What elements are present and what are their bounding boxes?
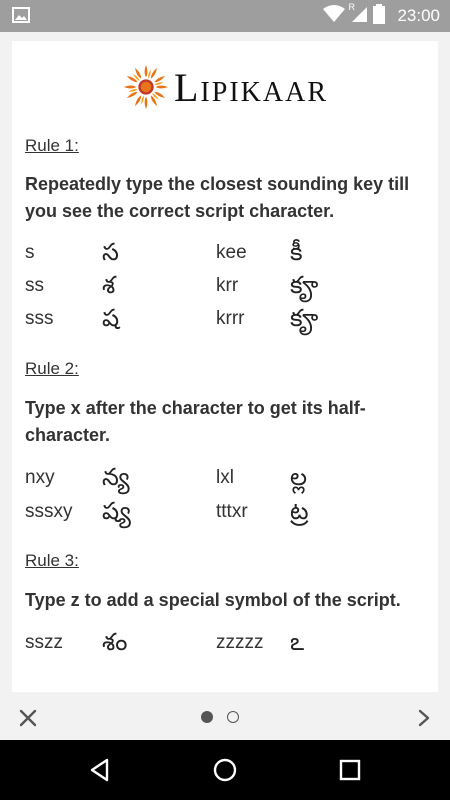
page-indicator	[201, 711, 239, 723]
image-icon	[12, 7, 30, 28]
key-sequence: krrr	[216, 308, 245, 329]
rule-3-title: Rule 3:	[25, 551, 79, 570]
key-sequence: s	[25, 242, 35, 263]
rule-1-row: ss శ krr కౄ	[12, 271, 438, 304]
navigation-bar	[0, 740, 450, 800]
script-character: కౄ	[290, 304, 319, 332]
key-sequence: tttxr	[216, 501, 248, 522]
rule-2-title: Rule 2:	[25, 359, 79, 378]
script-character: కీ	[290, 238, 303, 266]
script-character: శ	[102, 271, 116, 299]
rules-card: Lipikaar Rule 1: Repeatedly type the clo…	[12, 41, 438, 692]
page-dot-inactive[interactable]	[227, 711, 239, 723]
status-bar: R 23:00	[0, 0, 450, 32]
script-character: ష్య	[102, 497, 131, 525]
recents-icon[interactable]	[336, 756, 364, 784]
key-sequence: ss	[25, 275, 44, 296]
signal-roaming-label: R	[348, 1, 355, 12]
rule-1-description: Repeatedly type the closest sounding key…	[25, 174, 410, 221]
close-icon[interactable]	[16, 706, 40, 730]
home-icon[interactable]	[211, 756, 239, 784]
key-sequence: zzzzz	[216, 632, 264, 653]
key-sequence: lxl	[216, 467, 234, 488]
chevron-right-icon[interactable]	[416, 707, 432, 729]
key-sequence: kee	[216, 242, 247, 263]
signal-icon: R	[348, 1, 368, 28]
back-icon[interactable]	[86, 756, 114, 784]
sun-logo-icon	[123, 64, 169, 110]
key-sequence: sss	[25, 308, 54, 329]
rule-2-row: sssxy ష్య tttxr ట్ర	[12, 497, 438, 530]
rule-3-description: Type z to add a special symbol of the sc…	[25, 590, 401, 610]
rule-2-description: Type x after the character to get its ha…	[25, 398, 366, 445]
script-character: కౄ	[290, 271, 319, 299]
key-sequence: krr	[216, 275, 239, 296]
wifi-icon	[323, 4, 346, 28]
script-character: శం	[102, 628, 128, 656]
pager-bar	[0, 697, 450, 739]
script-character: న్య	[102, 463, 130, 491]
logo-text: Lipikaar	[174, 64, 328, 110]
key-sequence: sssxy	[25, 501, 73, 522]
status-time: 23:00	[397, 6, 440, 25]
script-character: ఽ	[290, 628, 305, 656]
script-character: ల్ల	[290, 463, 308, 491]
key-sequence: nxy	[25, 467, 55, 488]
lipikaar-logo: Lipikaar	[12, 57, 438, 117]
rule-3-row: sszz శం zzzzz ఽ	[12, 628, 438, 661]
script-character: స	[102, 238, 119, 266]
script-character: ష	[102, 304, 120, 332]
rule-1-title: Rule 1:	[25, 136, 79, 155]
script-character: ట్ర	[290, 497, 309, 525]
rule-1-row: sss ష krrr కౄ	[12, 304, 438, 337]
rule-1-row: s స kee కీ	[12, 238, 438, 271]
page-dot-active[interactable]	[201, 711, 213, 723]
battery-icon	[373, 3, 386, 29]
rule-2-row: nxy న్య lxl ల్ల	[12, 463, 438, 496]
key-sequence: sszz	[25, 632, 63, 653]
